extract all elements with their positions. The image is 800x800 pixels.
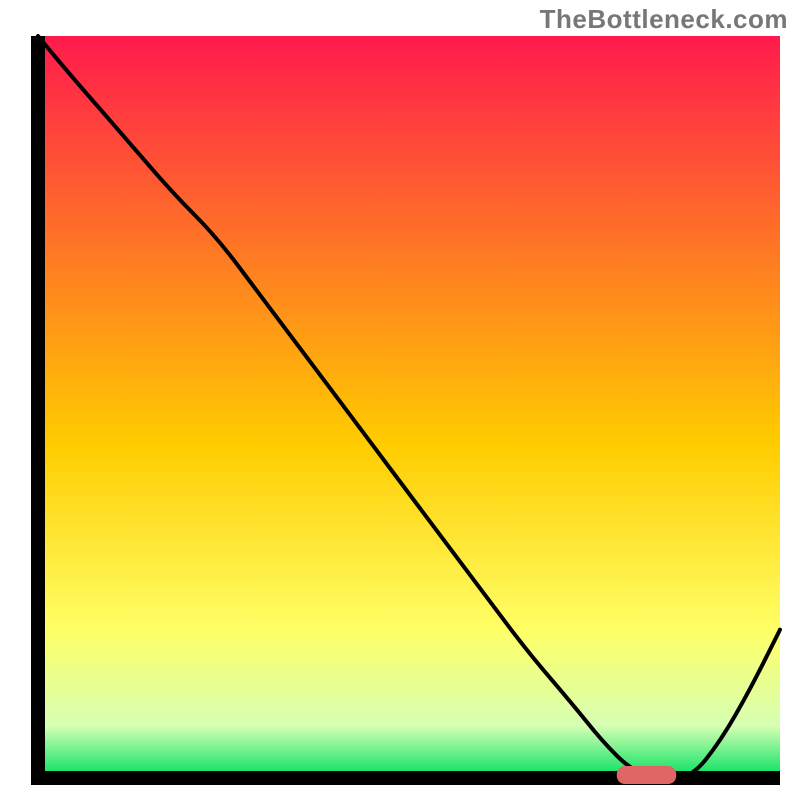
chart-background bbox=[38, 36, 780, 778]
chart-stage: TheBottleneck.com bbox=[0, 0, 800, 800]
chart-svg bbox=[0, 0, 800, 800]
watermark-text: TheBottleneck.com bbox=[540, 4, 788, 35]
minimum-marker bbox=[617, 766, 676, 784]
